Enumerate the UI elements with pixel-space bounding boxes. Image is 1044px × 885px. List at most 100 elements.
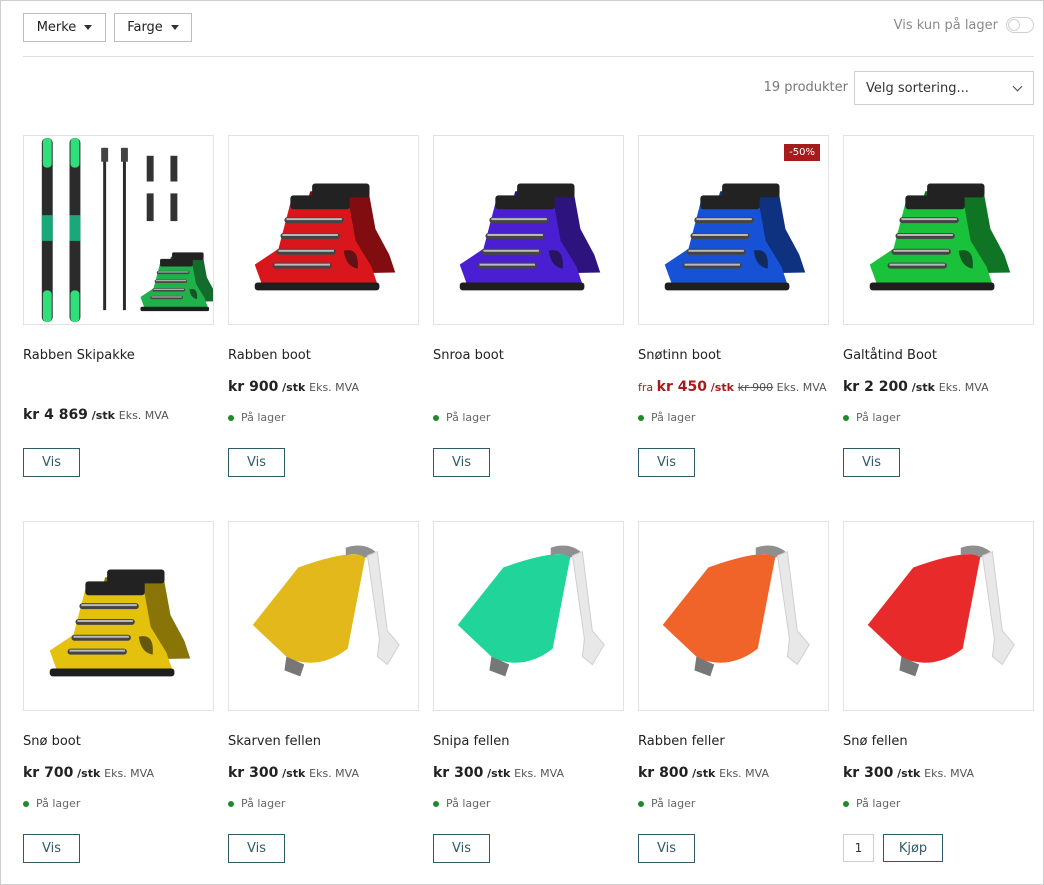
vat-note: Eks. MVA: [118, 409, 169, 422]
price-prefix: fra: [638, 381, 657, 394]
stock-only-label: Vis kun på lager: [893, 17, 998, 33]
product-name[interactable]: Skarven fellen: [228, 734, 321, 749]
product-image[interactable]: [228, 135, 419, 325]
price-amount: kr 2 200: [843, 379, 908, 395]
vat-note: Eks. MVA: [514, 767, 565, 780]
toggle-switch[interactable]: [1006, 17, 1034, 33]
caret-down-icon: [170, 25, 179, 30]
product-name[interactable]: Snipa fellen: [433, 734, 510, 749]
price-amount: kr 300: [843, 765, 894, 781]
stock-label: På lager: [446, 411, 491, 424]
product-card: Skarven fellen kr 300 /stk Eks. MVA På lag…: [228, 521, 419, 866]
product-name[interactable]: Rabben Skipakke: [23, 348, 135, 363]
product-card: Rabben boot kr 900 /stk Eks. MVA På lager V…: [228, 135, 419, 480]
stock-status: På lager: [228, 411, 285, 424]
price-unit: /stk: [278, 381, 310, 394]
product-price: kr 700 /stk Eks. MVA: [23, 765, 154, 781]
product-card: Galtåtind Boot kr 2 200 /stk Eks. MVA På l…: [843, 135, 1034, 480]
product-image[interactable]: [23, 135, 214, 325]
product-image[interactable]: [433, 521, 624, 711]
price-amount: kr 300: [433, 765, 484, 781]
product-price: kr 4 869 /stk Eks. MVA: [23, 407, 169, 423]
vat-note: Eks. MVA: [309, 767, 360, 780]
stock-label: På lager: [241, 797, 286, 810]
view-button[interactable]: Vis: [228, 448, 285, 477]
stock-label: På lager: [651, 797, 696, 810]
stock-status: På lager: [638, 411, 695, 424]
vat-note: Eks. MVA: [309, 381, 360, 394]
product-name[interactable]: Snø fellen: [843, 734, 908, 749]
product-image[interactable]: [843, 521, 1034, 711]
ski-package-icon: [41, 137, 213, 323]
stock-status: På lager: [433, 411, 490, 424]
product-image[interactable]: [638, 521, 829, 711]
stock-label: På lager: [856, 411, 901, 424]
product-image[interactable]: [843, 135, 1034, 325]
color-filter-label: Farge: [127, 20, 163, 35]
stock-label: På lager: [651, 411, 696, 424]
product-price: kr 300 /stk Eks. MVA: [433, 765, 564, 781]
toggle-knob-icon: [1008, 19, 1020, 31]
product-card: -50% Snøtinn boot fra kr 450 /stk kr 900 E…: [638, 135, 829, 480]
product-card: Snø boot kr 700 /stk Eks. MVA På lager Vis: [23, 521, 214, 866]
climbing-skin-icon: [252, 545, 400, 677]
product-name[interactable]: Rabben boot: [228, 348, 311, 363]
vat-note: Eks. MVA: [104, 767, 155, 780]
brand-filter-button[interactable]: Merke: [23, 13, 106, 42]
in-stock-dot-icon: [638, 414, 644, 421]
divider: [23, 56, 1034, 57]
in-stock-dot-icon: [433, 800, 439, 807]
view-button[interactable]: Vis: [843, 448, 900, 477]
product-image[interactable]: -50%: [638, 135, 829, 325]
color-filter-button[interactable]: Farge: [114, 13, 192, 42]
product-price: kr 800 /stk Eks. MVA: [638, 765, 769, 781]
sort-select-value: Velg sortering...: [866, 80, 969, 96]
stock-status: På lager: [843, 797, 900, 810]
view-button[interactable]: Vis: [228, 834, 285, 863]
buy-button[interactable]: Kjøp: [883, 834, 943, 862]
price-unit: /stk: [87, 409, 119, 422]
product-price: kr 2 200 /stk Eks. MVA: [843, 379, 989, 395]
product-name[interactable]: Galtåtind Boot: [843, 348, 937, 363]
price-amount: kr 450: [656, 379, 707, 395]
stock-only-toggle[interactable]: Vis kun på lager: [894, 17, 1034, 33]
price-unit: /stk: [907, 381, 939, 394]
price-amount: kr 4 869: [23, 407, 88, 423]
product-name[interactable]: Snøtinn boot: [638, 348, 721, 363]
product-name[interactable]: Rabben feller: [638, 734, 725, 749]
price-unit: /stk: [483, 767, 515, 780]
product-image[interactable]: [228, 521, 419, 711]
view-button[interactable]: Vis: [638, 834, 695, 863]
product-count: 19 produkter: [763, 80, 848, 95]
sort-select[interactable]: Velg sortering...: [854, 71, 1034, 105]
stock-status: På lager: [843, 411, 900, 424]
price-unit: /stk: [706, 381, 738, 394]
view-button[interactable]: Vis: [433, 448, 490, 477]
ski-boot-icon: [254, 183, 396, 291]
vat-note: Eks. MVA: [938, 381, 989, 394]
price-amount: kr 300: [228, 765, 279, 781]
discount-badge: -50%: [784, 144, 820, 161]
product-image[interactable]: [433, 135, 624, 325]
price-unit: /stk: [688, 767, 720, 780]
stock-label: På lager: [446, 797, 491, 810]
in-stock-dot-icon: [23, 800, 29, 807]
view-button[interactable]: Vis: [23, 448, 80, 477]
stock-status: På lager: [638, 797, 695, 810]
product-image[interactable]: [23, 521, 214, 711]
view-button[interactable]: Vis: [23, 834, 80, 863]
price-amount: kr 900: [228, 379, 279, 395]
product-name[interactable]: Snroa boot: [433, 348, 504, 363]
stock-status: På lager: [228, 797, 285, 810]
quantity-input[interactable]: 1: [843, 834, 874, 862]
ski-boot-icon: [664, 183, 806, 291]
product-name[interactable]: Snø boot: [23, 734, 81, 749]
ski-boot-icon: [459, 183, 601, 291]
view-button[interactable]: Vis: [433, 834, 490, 863]
price-unit: /stk: [73, 767, 105, 780]
view-button[interactable]: Vis: [638, 448, 695, 477]
in-stock-dot-icon: [843, 800, 849, 807]
product-card: Snroa boot På lager Vis: [433, 135, 624, 480]
stock-label: På lager: [36, 797, 81, 810]
price-unit: /stk: [278, 767, 310, 780]
